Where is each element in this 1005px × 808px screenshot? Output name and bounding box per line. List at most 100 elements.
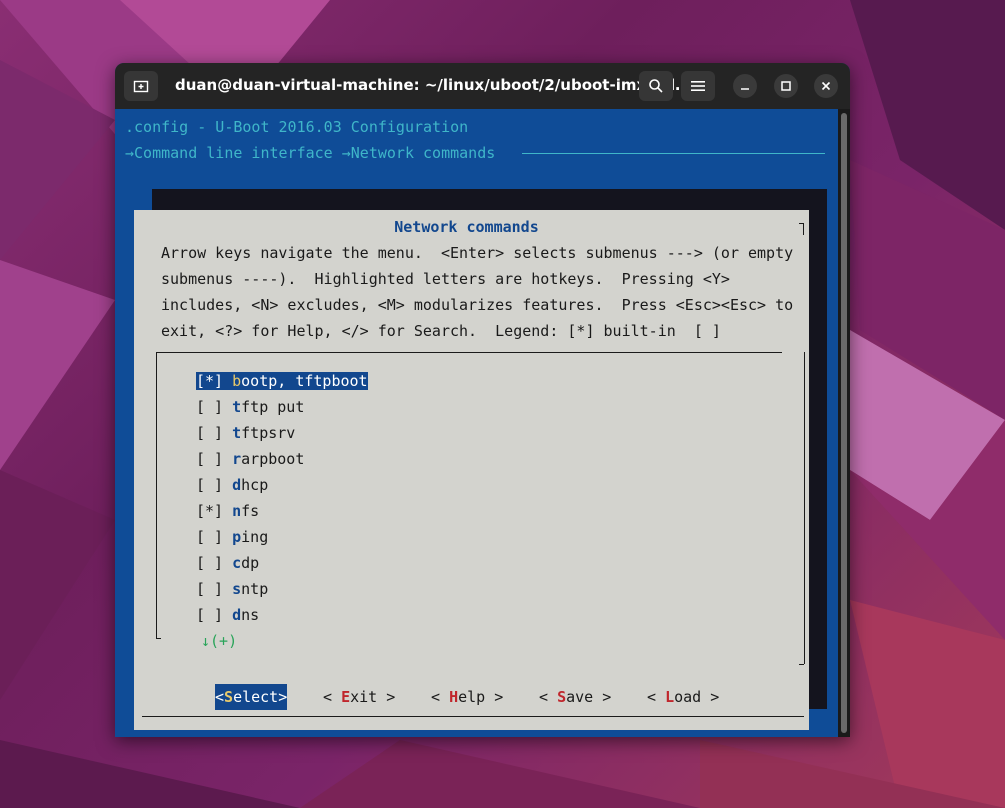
item-label: hcp (241, 476, 269, 494)
help-text-line: exit, <?> for Help, </> for Search. Lege… (161, 322, 721, 340)
button-bracket: < (647, 688, 666, 706)
list-border-left (156, 352, 157, 638)
item-hotkey: t (232, 398, 242, 416)
exit-button[interactable]: < Exit > (323, 684, 395, 710)
button-label: oad (674, 688, 702, 706)
item-label: ntp (241, 580, 269, 598)
save-button[interactable]: < Save > (539, 684, 611, 710)
button-hotkey: S (557, 688, 567, 706)
list-border-right (804, 352, 805, 664)
item-hotkey: p (232, 528, 242, 546)
button-hotkey: E (341, 688, 351, 706)
menu-item[interactable]: [ ] dhcp (196, 472, 268, 498)
load-button[interactable]: < Load > (647, 684, 719, 710)
window-title: duan@duan-virtual-machine: ~/linux/uboot… (175, 76, 691, 94)
item-hotkey: r (232, 450, 242, 468)
button-hotkey: S (224, 688, 234, 706)
minimize-button[interactable] (733, 74, 757, 98)
config-header: .config - U-Boot 2016.03 Configuration (125, 118, 469, 136)
dialog-title: Network commands (394, 218, 539, 236)
item-label: ing (241, 528, 269, 546)
button-bracket: > (701, 688, 720, 706)
menu-item[interactable]: [ ] rarpboot (196, 446, 304, 472)
button-bracket: < (215, 688, 225, 706)
item-state: [ ] (196, 554, 224, 572)
title-bar: duan@duan-virtual-machine: ~/linux/uboot… (115, 63, 850, 109)
item-state: [ ] (196, 476, 224, 494)
more-items-indicator: ↓(+) (201, 632, 238, 650)
menu-item[interactable]: [ ] sntp (196, 576, 268, 602)
arrow-icon: → (125, 144, 135, 162)
menu-item[interactable]: [ ] tftpsrv (196, 420, 295, 446)
menu-item[interactable]: [*] nfs (196, 498, 259, 524)
item-hotkey: n (232, 502, 242, 520)
help-text-line: Arrow keys navigate the menu. <Enter> se… (161, 244, 794, 262)
item-hotkey: t (232, 424, 242, 442)
item-state: [*] (196, 502, 224, 520)
item-hotkey: c (232, 554, 242, 572)
button-bracket: < (539, 688, 558, 706)
button-label: elp (458, 688, 486, 706)
help-button[interactable]: < Help > (431, 684, 503, 710)
select-button[interactable]: <Select> (215, 684, 288, 710)
search-button[interactable] (639, 71, 673, 101)
maximize-icon (781, 81, 791, 91)
menu-item[interactable]: [ ] dns (196, 602, 259, 628)
item-label: arpboot (241, 450, 305, 468)
menu-item[interactable]: [ ] ping (196, 524, 268, 550)
item-state: [ ] (196, 606, 224, 624)
item-hotkey: d (232, 476, 242, 494)
scrollbar-thumb[interactable] (841, 113, 847, 733)
dialog-border (803, 223, 804, 235)
help-text-line: includes, <N> excludes, <M> modularizes … (161, 296, 794, 314)
menu-button[interactable] (681, 71, 715, 101)
menu-item[interactable]: [*] bootp, tftpboot (196, 368, 368, 394)
menu-item[interactable]: [ ] cdp (196, 550, 259, 576)
list-border-top (156, 352, 782, 353)
item-state: [ ] (196, 450, 224, 468)
new-tab-button[interactable] (124, 71, 158, 101)
new-tab-icon (133, 80, 149, 93)
item-state: [ ] (196, 528, 224, 546)
item-hotkey: d (232, 606, 242, 624)
item-label: ftp put (241, 398, 305, 416)
button-hotkey: H (449, 688, 459, 706)
item-hotkey: s (232, 580, 242, 598)
button-bracket: < (431, 688, 450, 706)
minimize-icon (741, 88, 749, 90)
dialog-bottom-rule (142, 716, 804, 717)
list-border-bottom-right (799, 664, 804, 665)
search-icon (649, 79, 663, 93)
item-state: [ ] (196, 398, 224, 416)
button-label: xit (350, 688, 378, 706)
arrow-icon: → (341, 144, 351, 162)
button-bracket: > (278, 688, 288, 706)
item-label: ftpsrv (241, 424, 296, 442)
button-label: elect (233, 688, 279, 706)
maximize-button[interactable] (774, 74, 798, 98)
item-state: [ ] (196, 580, 224, 598)
button-label: ave (566, 688, 594, 706)
close-icon (821, 81, 831, 91)
item-state: [*] (196, 372, 224, 390)
hamburger-icon (691, 81, 705, 91)
list-border-bottom-left (156, 638, 161, 639)
item-state: [ ] (196, 424, 224, 442)
item-label: ns (241, 606, 260, 624)
button-hotkey: L (665, 688, 675, 706)
help-text-line: submenus ----). Highlighted letters are … (161, 270, 730, 288)
item-label: ootp, tftpboot (241, 372, 368, 390)
item-label: fs (241, 502, 260, 520)
breadcrumb-rule (522, 153, 825, 154)
item-label: dp (241, 554, 260, 572)
close-button[interactable] (814, 74, 838, 98)
breadcrumb-item: Command line interface (134, 144, 333, 162)
button-bracket: > (377, 688, 396, 706)
terminal-area[interactable]: .config - U-Boot 2016.03 Configuration →… (115, 109, 838, 737)
item-hotkey: b (232, 372, 242, 390)
menu-item[interactable]: [ ] tftp put (196, 394, 304, 420)
button-bracket: > (593, 688, 612, 706)
menuconfig-dialog: Network commands Arrow keys navigate the… (134, 210, 809, 730)
selected-item-highlight: [*] bootp, tftpboot (196, 372, 368, 390)
dialog-border (799, 223, 804, 224)
